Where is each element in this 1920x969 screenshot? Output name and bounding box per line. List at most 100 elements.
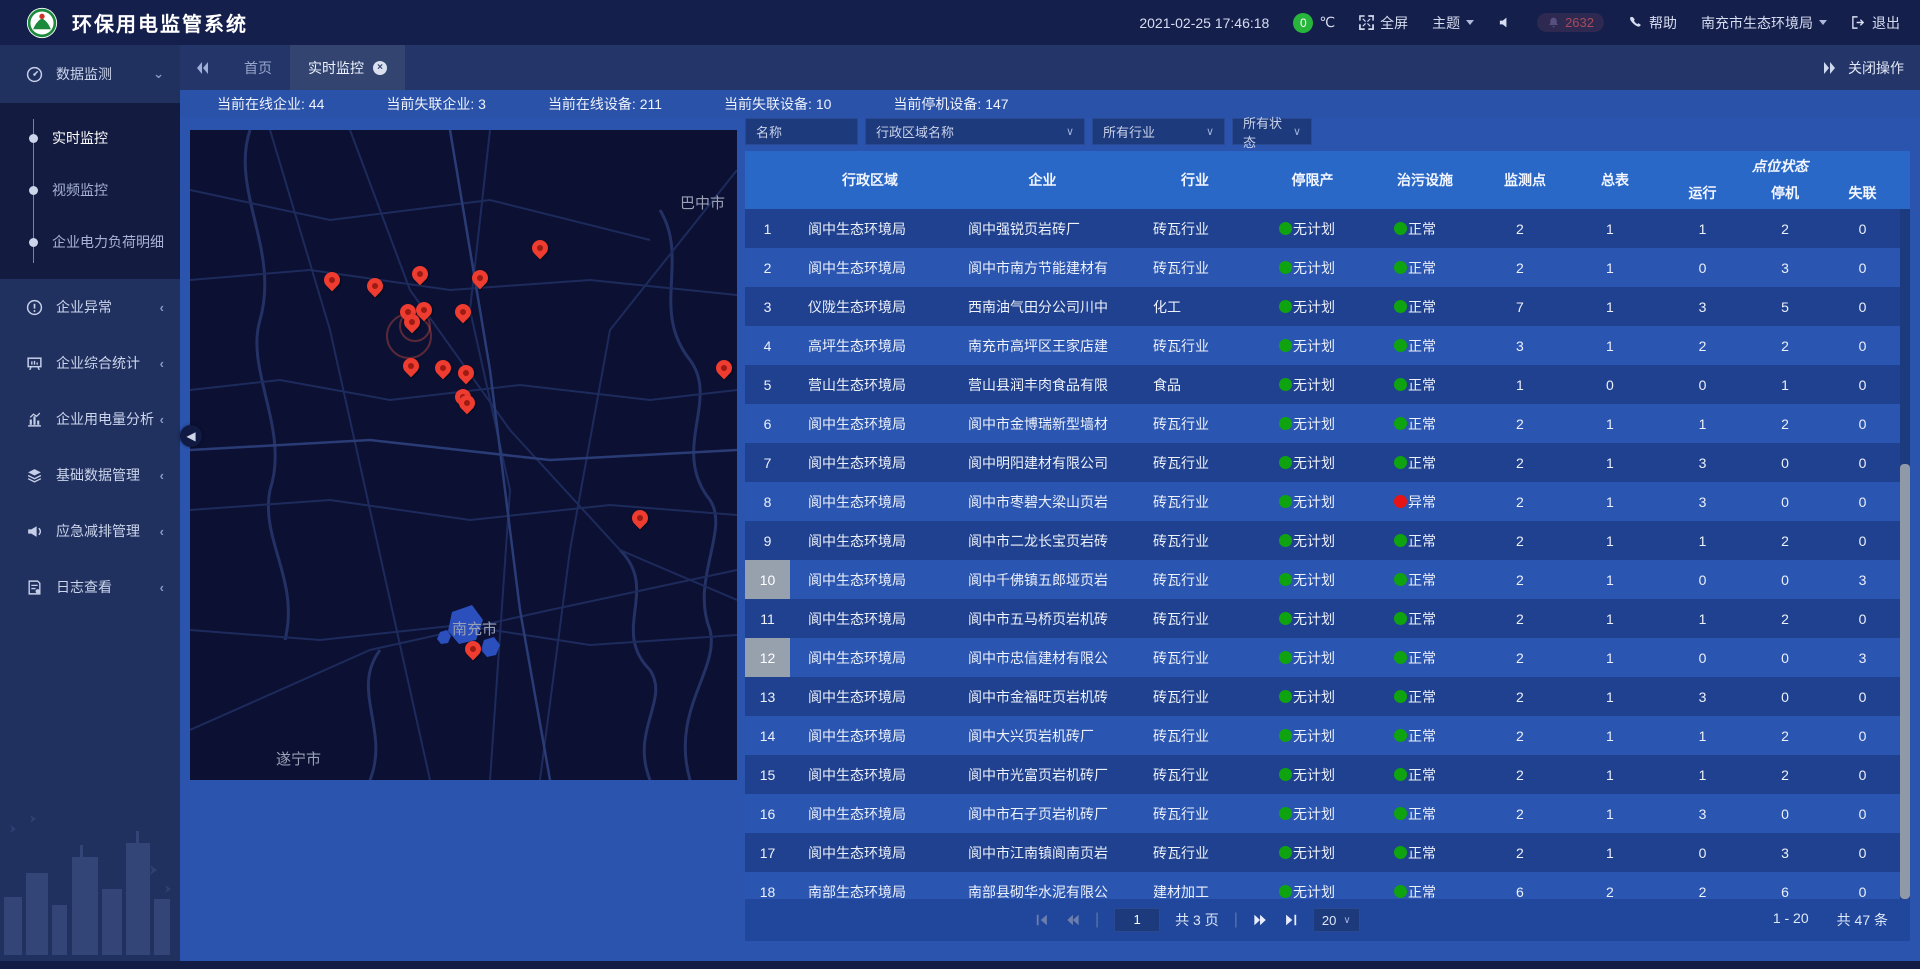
cell-run: 0: [1660, 248, 1745, 287]
table-scrollbar[interactable]: [1900, 209, 1910, 899]
status-select[interactable]: 所有状态∨: [1232, 118, 1312, 145]
cell-industry: 砖瓦行业: [1135, 521, 1255, 560]
region-select[interactable]: 行政区域名称∨: [865, 118, 1085, 145]
logout-button[interactable]: 退出: [1851, 13, 1900, 33]
next-page-button[interactable]: [1253, 913, 1268, 927]
page-size-select[interactable]: 20∨: [1313, 908, 1360, 932]
cell-region: 阆中生态环境局: [790, 638, 950, 677]
cell-meter: 1: [1570, 248, 1660, 287]
table-body: 1阆中生态环境局阆中强锐页岩砖厂砖瓦行业无计划正常211202阆中生态环境局阆中…: [745, 209, 1910, 899]
chevron-left-icon: ‹: [160, 580, 164, 595]
page-number-input[interactable]: 1: [1114, 908, 1160, 932]
cell-lost: 0: [1825, 404, 1900, 443]
map-panel[interactable]: 巴中市南充市遂宁市: [190, 130, 737, 780]
cell-run: 0: [1660, 560, 1745, 599]
cell-no: 10: [745, 560, 790, 599]
sidebar-item[interactable]: 数据监测⌄: [0, 45, 180, 103]
close-operations-button[interactable]: 关闭操作: [1848, 58, 1904, 78]
notification-badge[interactable]: 2632: [1537, 13, 1604, 32]
cell-no: 13: [745, 677, 790, 716]
status-dot-icon: [1394, 768, 1407, 781]
cell-points: 7: [1480, 287, 1570, 326]
cell-fac: 正常: [1370, 872, 1480, 899]
sidebar-item[interactable]: 企业用电量分析‹: [0, 391, 180, 447]
cell-points: 2: [1480, 560, 1570, 599]
org-dropdown[interactable]: 南充市生态环境局: [1701, 13, 1827, 33]
tab-active[interactable]: 实时监控×: [290, 45, 405, 90]
sidebar-subitem[interactable]: 实时监控: [0, 112, 180, 164]
tabs-scroll-left-button[interactable]: [194, 60, 210, 76]
table-header: 行政区域企业行业停限产治污设施监测点总表点位状态运行停机失联: [745, 151, 1910, 209]
table-row[interactable]: 18南部生态环境局南部县砌华水泥有限公建材加工无计划正常62260: [745, 872, 1910, 899]
status-dot-icon: [1394, 846, 1407, 859]
sidebar-subitem[interactable]: 企业电力负荷明细: [0, 216, 180, 268]
column-header-region: 行政区域: [790, 151, 950, 209]
first-page-button[interactable]: [1035, 913, 1050, 927]
sidebar-item[interactable]: 基础数据管理‹: [0, 447, 180, 503]
tabs-scroll-right-button[interactable]: [1822, 60, 1838, 76]
sidebar-item[interactable]: 企业异常‹: [0, 279, 180, 335]
table-row[interactable]: 11阆中生态环境局阆中市五马桥页岩机砖砖瓦行业无计划正常21120: [745, 599, 1910, 638]
sidebar-subitem[interactable]: 视频监控: [0, 164, 180, 216]
table-row[interactable]: 8阆中生态环境局阆中市枣碧大梁山页岩砖瓦行业无计划异常21300: [745, 482, 1910, 521]
table-row[interactable]: 14阆中生态环境局阆中大兴页岩机砖厂砖瓦行业无计划正常21120: [745, 716, 1910, 755]
status-dot-icon: [1279, 768, 1292, 781]
chevron-down-icon: [1819, 20, 1827, 25]
table-row[interactable]: 4高坪生态环境局南充市高坪区王家店建砖瓦行业无计划正常31220: [745, 326, 1910, 365]
help-button[interactable]: 帮助: [1628, 13, 1677, 33]
industry-select[interactable]: 所有行业∨: [1092, 118, 1225, 145]
status-dot-icon: [1279, 534, 1292, 547]
gauge-icon: [26, 66, 43, 83]
table-row[interactable]: 2阆中生态环境局阆中市南方节能建材有砖瓦行业无计划正常21030: [745, 248, 1910, 287]
cell-company: 阆中千佛镇五郎垭页岩: [950, 560, 1135, 599]
map-collapse-button[interactable]: ◀: [180, 425, 202, 447]
cell-halt: 2: [1745, 209, 1825, 248]
name-search-input[interactable]: 名称: [745, 118, 858, 145]
cell-meter: 1: [1570, 599, 1660, 638]
table-row[interactable]: 16阆中生态环境局阆中市石子页岩机砖厂砖瓦行业无计划正常21300: [745, 794, 1910, 833]
sidebar-item[interactable]: 企业综合统计‹: [0, 335, 180, 391]
tab-item[interactable]: 首页: [226, 45, 290, 90]
volume-button[interactable]: [1498, 15, 1513, 30]
cell-meter: 1: [1570, 287, 1660, 326]
cell-fac: 正常: [1370, 638, 1480, 677]
theme-dropdown[interactable]: 主题: [1432, 13, 1474, 33]
cell-no: 3: [745, 287, 790, 326]
table-row[interactable]: 9阆中生态环境局阆中市二龙长宝页岩砖砖瓦行业无计划正常21120: [745, 521, 1910, 560]
table-row[interactable]: 13阆中生态环境局阆中市金福旺页岩机砖砖瓦行业无计划正常21300: [745, 677, 1910, 716]
sidebar-item[interactable]: 应急减排管理‹: [0, 503, 180, 559]
cell-stop: 无计划: [1255, 716, 1370, 755]
last-page-button[interactable]: [1283, 913, 1298, 927]
status-text: 无计划: [1293, 843, 1335, 863]
scrollbar-thumb[interactable]: [1900, 464, 1910, 899]
column-header-group-status: 点位状态运行停机失联: [1660, 151, 1900, 209]
cell-region: 阆中生态环境局: [790, 209, 950, 248]
table-row[interactable]: 5营山生态环境局营山县润丰肉食品有限食品无计划正常10010: [745, 365, 1910, 404]
cell-meter: 2: [1570, 872, 1660, 899]
volume-icon: [1498, 15, 1513, 30]
column-header-no: [745, 151, 790, 209]
prev-page-button[interactable]: [1065, 913, 1080, 927]
fullscreen-button[interactable]: 全屏: [1359, 13, 1408, 33]
table-row[interactable]: 6阆中生态环境局阆中市金博瑞新型墙材砖瓦行业无计划正常21120: [745, 404, 1910, 443]
status-text: 无计划: [1293, 219, 1335, 239]
status-text: 正常: [1408, 336, 1436, 356]
table-row[interactable]: 7阆中生态环境局阆中明阳建材有限公司砖瓦行业无计划正常21300: [745, 443, 1910, 482]
cell-fac: 正常: [1370, 287, 1480, 326]
table-row[interactable]: 15阆中生态环境局阆中市光富页岩机砖厂砖瓦行业无计划正常21120: [745, 755, 1910, 794]
stat-item: 当前停机设备: 147: [893, 94, 1008, 114]
close-icon[interactable]: ×: [373, 61, 387, 75]
table-row[interactable]: 17阆中生态环境局阆中市江南镇阆南页岩砖瓦行业无计划正常21030: [745, 833, 1910, 872]
status-text: 正常: [1408, 804, 1436, 824]
table-row[interactable]: 1阆中生态环境局阆中强锐页岩砖厂砖瓦行业无计划正常21120: [745, 209, 1910, 248]
status-text: 无计划: [1293, 726, 1335, 746]
table-row[interactable]: 12阆中生态环境局阆中市忠信建材有限公砖瓦行业无计划正常21003: [745, 638, 1910, 677]
cell-fac: 正常: [1370, 443, 1480, 482]
cell-no: 15: [745, 755, 790, 794]
table-row[interactable]: 3仪陇生态环境局西南油气田分公司川中化工无计划正常71350: [745, 287, 1910, 326]
sidebar-item[interactable]: 日志查看‹: [0, 559, 180, 615]
table-row[interactable]: 10阆中生态环境局阆中千佛镇五郎垭页岩砖瓦行业无计划正常21003: [745, 560, 1910, 599]
cell-meter: 1: [1570, 833, 1660, 872]
cell-run: 3: [1660, 443, 1745, 482]
filter-bar: 名称 行政区域名称∨ 所有行业∨ 所有状态∨: [745, 118, 1910, 145]
